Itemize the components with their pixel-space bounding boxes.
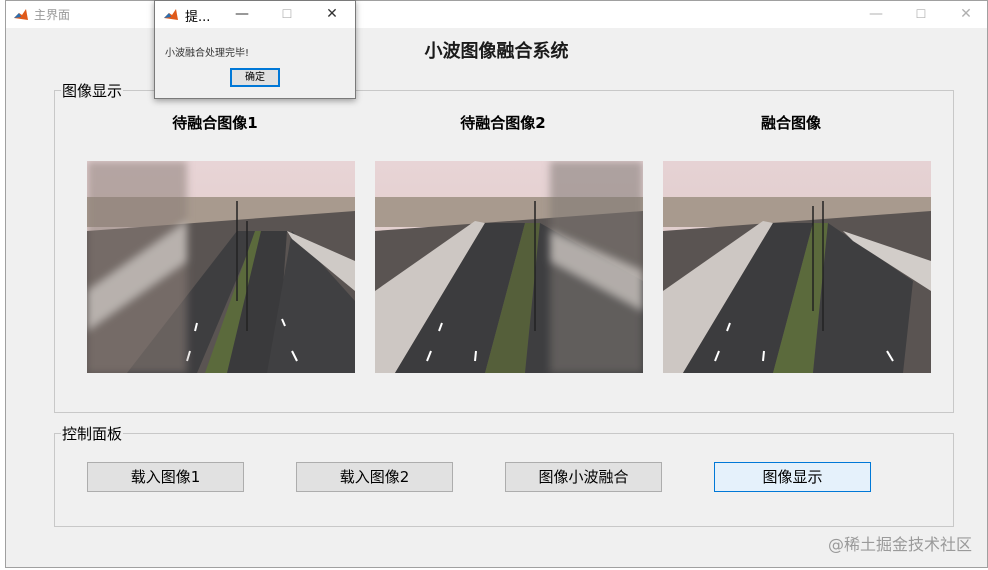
image2-display	[375, 161, 643, 373]
dialog-title: 提...	[185, 10, 211, 25]
maximize-button[interactable]: ☐	[901, 4, 941, 24]
image-panel-label: 图像显示	[61, 80, 124, 101]
matlab-icon	[163, 7, 179, 23]
close-button[interactable]: ✕	[946, 4, 986, 24]
image2-title: 待融合图像2	[460, 114, 546, 132]
image1-display	[87, 161, 355, 373]
matlab-icon	[13, 7, 29, 23]
show-image-button[interactable]: 图像显示	[714, 462, 871, 492]
wavelet-fusion-button[interactable]: 图像小波融合	[505, 462, 662, 492]
fused-image-title: 融合图像	[760, 114, 821, 132]
highway-photo-2	[375, 161, 643, 373]
dialog-maximize-button[interactable]: ☐	[272, 4, 302, 24]
dialog-close-button[interactable]: ✕	[317, 4, 347, 24]
fused-image-display	[663, 161, 931, 373]
control-panel-label: 控制面板	[61, 423, 124, 444]
dialog-minimize-button[interactable]: —	[227, 4, 257, 24]
highway-photo-fused	[663, 161, 931, 373]
window-title: 主界面	[34, 8, 71, 22]
dialog-message: 小波融合处理完毕!	[165, 48, 250, 59]
main-window: 主界面 — ☐ ✕ 小波图像融合系统 图像显示 待融合图像1 待融合图像2 融合…	[5, 0, 988, 568]
watermark: @稀土掘金技术社区	[827, 535, 972, 554]
message-dialog: 提... — ☐ ✕ 小波融合处理完毕! 确定	[154, 0, 356, 99]
highway-photo-1	[87, 161, 355, 373]
minimize-button[interactable]: —	[856, 4, 896, 24]
load-image1-button[interactable]: 载入图像1	[87, 462, 244, 492]
load-image2-button[interactable]: 载入图像2	[296, 462, 453, 492]
dialog-titlebar: 提... — ☐ ✕	[155, 1, 355, 28]
ok-button[interactable]: 确定	[230, 68, 280, 87]
image1-title: 待融合图像1	[172, 114, 258, 132]
